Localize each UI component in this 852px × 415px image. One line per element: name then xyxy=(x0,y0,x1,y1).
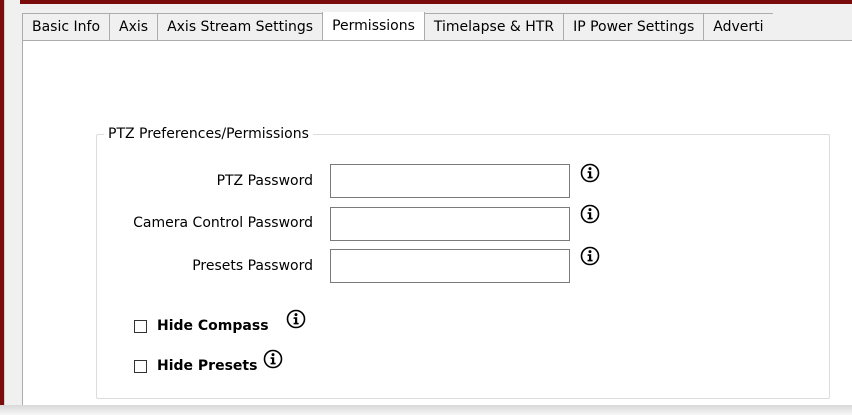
window-left-border xyxy=(0,0,20,415)
ptz-password-input[interactable] xyxy=(330,164,570,198)
info-icon[interactable] xyxy=(580,163,600,183)
window-top-border xyxy=(0,0,852,4)
presets-password-input[interactable] xyxy=(330,249,570,283)
hide-compass-checkbox[interactable] xyxy=(134,320,147,333)
tab-axis-stream-settings[interactable]: Axis Stream Settings xyxy=(157,13,323,40)
tab-advertising[interactable]: Adverti xyxy=(703,13,773,40)
tab-label: Axis xyxy=(119,19,149,35)
info-icon[interactable] xyxy=(286,309,306,329)
info-icon[interactable] xyxy=(263,349,283,369)
camera-control-password-label: Camera Control Password xyxy=(133,215,313,231)
window-bottom-edge xyxy=(0,405,852,415)
ptz-password-label: PTZ Password xyxy=(216,173,313,189)
tab-permissions[interactable]: Permissions xyxy=(322,12,425,40)
window-frame: Basic Info Axis Axis Stream Settings Per… xyxy=(0,0,852,415)
tab-label: Axis Stream Settings xyxy=(167,19,314,35)
hide-presets-label[interactable]: Hide Presets xyxy=(157,358,257,374)
presets-password-label: Presets Password xyxy=(192,258,313,274)
tab-label: IP Power Settings xyxy=(573,19,695,35)
hide-compass-label[interactable]: Hide Compass xyxy=(157,318,269,334)
info-icon[interactable] xyxy=(580,246,600,266)
tab-basic-info[interactable]: Basic Info xyxy=(22,13,110,40)
group-title: PTZ Preferences/Permissions xyxy=(104,126,313,142)
hide-presets-checkbox[interactable] xyxy=(134,360,147,373)
camera-control-password-input[interactable] xyxy=(330,207,570,241)
tab-label: Basic Info xyxy=(32,19,101,35)
tab-label: Permissions xyxy=(332,17,415,34)
tab-strip: Basic Info Axis Axis Stream Settings Per… xyxy=(22,12,852,40)
tab-ip-power-settings[interactable]: IP Power Settings xyxy=(563,13,704,40)
info-icon[interactable] xyxy=(580,204,600,224)
tab-axis[interactable]: Axis xyxy=(109,13,158,40)
tab-timelapse-htr[interactable]: Timelapse & HTR xyxy=(424,13,564,40)
tab-label: Adverti xyxy=(713,19,764,35)
tab-label: Timelapse & HTR xyxy=(433,19,555,35)
